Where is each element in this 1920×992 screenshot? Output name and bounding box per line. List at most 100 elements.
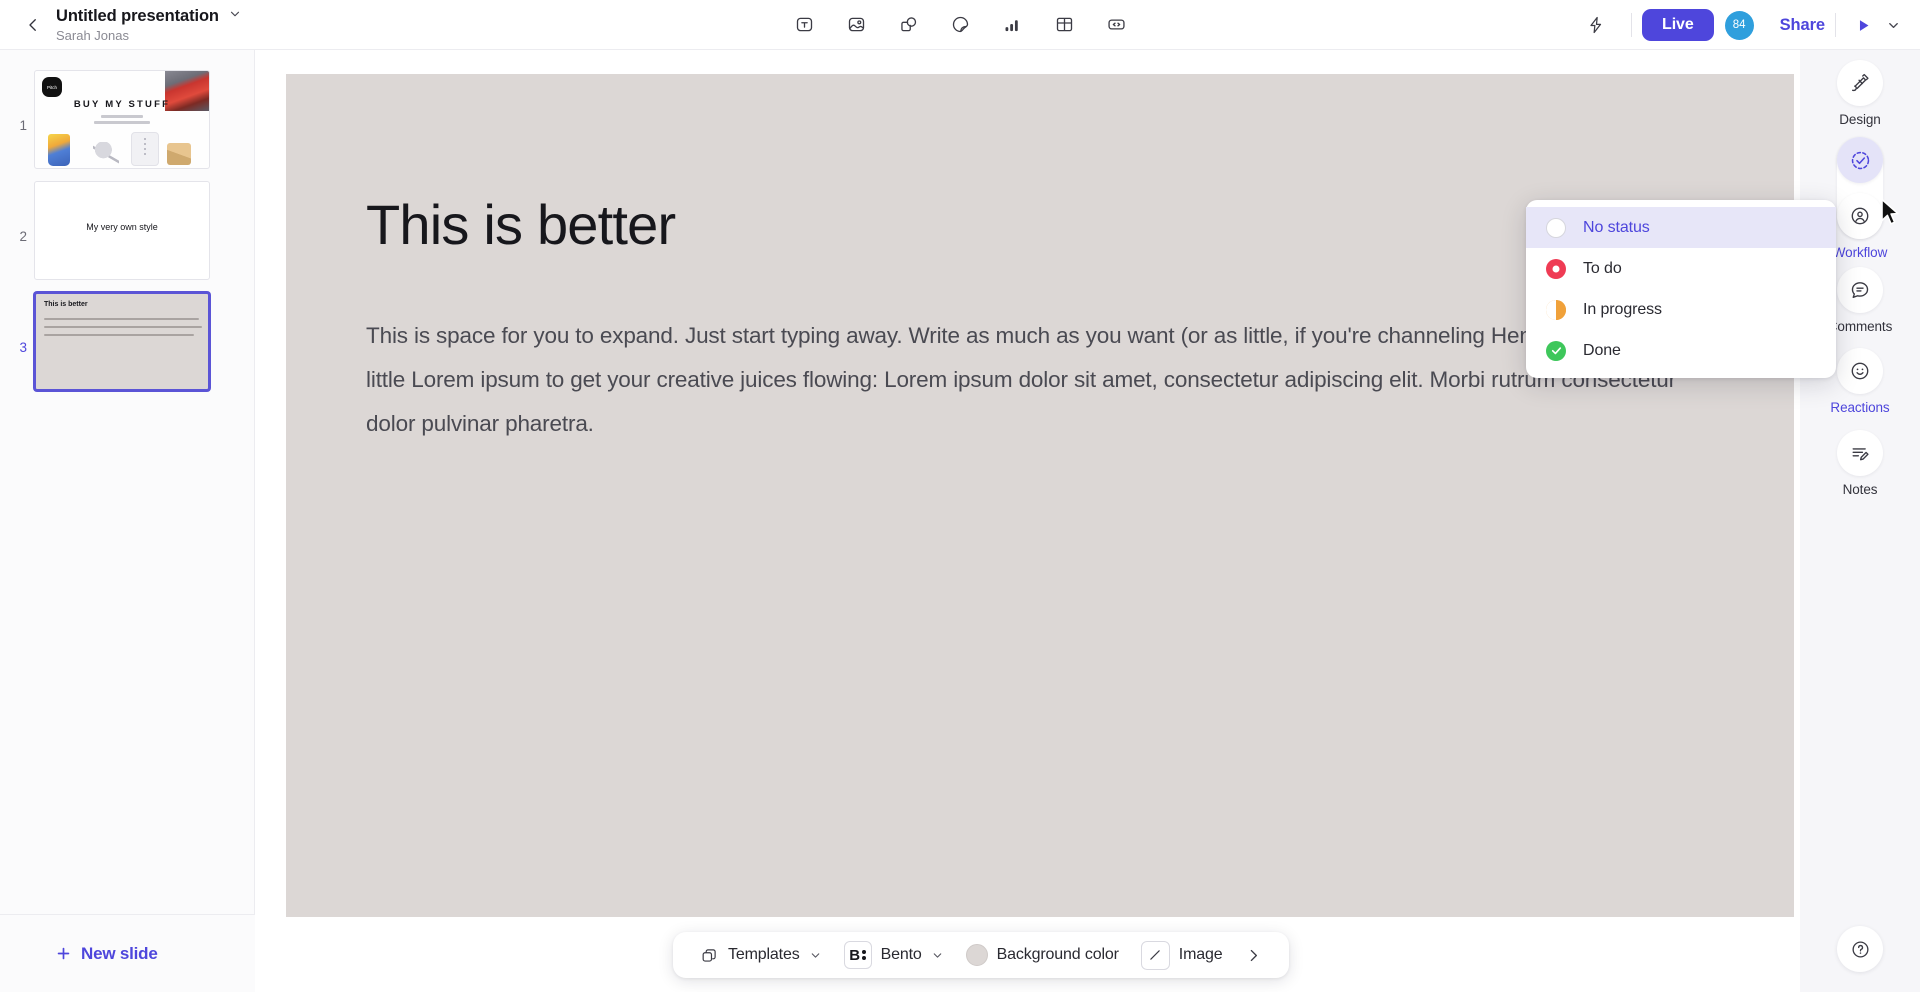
list-item[interactable]: 1 BUY MY STUFF <box>0 64 254 175</box>
thumbnail-textline <box>44 326 202 328</box>
presentation-editor: Untitled presentation Sarah Jonas Live 8… <box>0 0 1920 992</box>
rail-item-design[interactable]: Design <box>1800 60 1920 127</box>
back-button[interactable] <box>16 8 50 42</box>
workflow-status-menu[interactable]: No status To do In progress Done <box>1526 200 1836 378</box>
add-slide-label: New slide <box>81 943 158 963</box>
title-dropdown-button[interactable] <box>228 7 242 26</box>
shapes-icon <box>900 17 916 32</box>
plus-icon <box>57 947 70 960</box>
page-title[interactable]: Untitled presentation <box>56 7 219 26</box>
image-icon <box>848 17 864 32</box>
slide-thumbnail-3[interactable]: This is better <box>34 292 210 391</box>
thumbnail-subline <box>101 115 143 118</box>
rail-item-notes[interactable]: Notes <box>1800 430 1920 497</box>
live-button[interactable]: Live <box>1642 9 1714 41</box>
list-item[interactable]: 3 This is better <box>0 286 254 397</box>
status-label: To do <box>1583 259 1622 277</box>
style-label: Bento <box>880 946 922 963</box>
image-tool-button[interactable] <box>841 10 871 40</box>
notes-button[interactable] <box>1837 430 1883 476</box>
rail-label-notes: Notes <box>1842 482 1878 497</box>
color-swatch <box>965 944 988 966</box>
chevron-left-icon <box>29 18 36 31</box>
templates-button[interactable]: Templates <box>689 938 833 972</box>
background-image-button[interactable]: Image <box>1130 938 1234 972</box>
presence-button[interactable] <box>1837 193 1883 239</box>
background-image-label: Image <box>1178 946 1223 963</box>
phone-illustration <box>131 132 159 166</box>
list-item[interactable]: 2 My very own style <box>0 175 254 286</box>
rail-label-comments: Comments <box>1827 319 1893 334</box>
rail-item-workflow[interactable] <box>1800 137 1920 183</box>
slide-thumbnail-2[interactable]: My very own style <box>34 181 210 280</box>
text-tool-button[interactable] <box>789 10 819 40</box>
status-option-in-progress[interactable]: In progress <box>1526 289 1836 330</box>
share-button[interactable]: Share <box>1780 16 1825 35</box>
present-button[interactable] <box>1846 8 1880 42</box>
add-slide-button[interactable]: New slide <box>55 944 158 964</box>
top-toolbar: Untitled presentation Sarah Jonas Live 8… <box>0 0 1920 50</box>
reactions-button[interactable] <box>1837 348 1883 394</box>
chart-tool-button[interactable] <box>997 10 1027 40</box>
thumbnail-subline <box>94 121 150 124</box>
status-label: No status <box>1583 218 1650 236</box>
new-slide-bar: New slide <box>0 914 255 992</box>
sticker-tool-button[interactable] <box>945 10 975 40</box>
question-mark-icon <box>1851 940 1869 958</box>
workflow-button[interactable] <box>1837 137 1883 183</box>
avatar[interactable]: 84 <box>1724 10 1754 40</box>
slide-number: 3 <box>19 340 27 355</box>
document-title-block: Untitled presentation Sarah Jonas <box>56 7 242 43</box>
templates-label: Templates <box>728 946 800 963</box>
shapes-tool-button[interactable] <box>893 10 923 40</box>
notes-pencil-icon <box>1852 448 1869 461</box>
chevron-down-icon <box>933 952 941 958</box>
slide-thumbnail-1[interactable]: BUY MY STUFF <box>34 70 210 169</box>
text-box-icon <box>796 17 812 32</box>
sticker-icon <box>952 16 968 33</box>
background-color-button[interactable]: Background color <box>955 938 1130 972</box>
help-button[interactable] <box>1837 926 1883 972</box>
embed-tool-button[interactable] <box>1101 10 1131 40</box>
bento-b-icon: B <box>843 941 872 969</box>
style-button[interactable]: B Bento <box>833 938 955 972</box>
table-icon <box>1056 17 1072 32</box>
bar-chart-icon <box>1005 20 1018 32</box>
slide-title[interactable]: This is better <box>366 192 676 257</box>
status-option-done[interactable]: Done <box>1526 330 1836 371</box>
more-options-button[interactable] <box>1234 938 1273 972</box>
donut-circle-icon <box>1546 258 1566 279</box>
thumbnail-title: This is better <box>44 301 88 308</box>
quick-actions-button[interactable] <box>1579 8 1613 42</box>
person-circle-icon <box>1851 207 1869 225</box>
divider <box>1631 13 1633 37</box>
code-embed-icon <box>1107 19 1125 30</box>
logo-badge <box>42 77 62 97</box>
table-tool-button[interactable] <box>1049 10 1079 40</box>
play-icon <box>1859 19 1868 31</box>
status-label: In progress <box>1583 300 1662 318</box>
rail-label-reactions: Reactions <box>1830 400 1890 415</box>
chevron-down-icon <box>1888 22 1898 28</box>
right-rail: Design Workflow Comments Reactions Notes <box>1800 50 1920 992</box>
check-icon <box>1551 347 1561 355</box>
present-options-button[interactable] <box>1880 8 1906 42</box>
slides-sidebar: 1 BUY MY STUFF 2 My very own style <box>0 50 255 992</box>
chevron-down-icon <box>230 11 240 16</box>
status-option-to-do[interactable]: To do <box>1526 248 1836 289</box>
diagonal-line-icon <box>1140 940 1170 970</box>
document-author: Sarah Jonas <box>56 27 129 43</box>
diagonal-line-glyph <box>1150 950 1161 960</box>
chevron-right-icon <box>1250 949 1257 961</box>
object-illustration <box>167 143 191 165</box>
check-circle-icon <box>1546 340 1566 361</box>
thumbnail-title: My very own style <box>86 222 158 232</box>
status-option-no-status[interactable]: No status <box>1526 207 1836 248</box>
slides-list[interactable]: 1 BUY MY STUFF 2 My very own style <box>0 50 254 914</box>
slide-body-text[interactable]: This is space for you to expand. Just st… <box>366 314 1676 446</box>
comments-button[interactable] <box>1837 267 1883 313</box>
status-label: Done <box>1583 341 1621 359</box>
thumbnail-textline <box>44 334 194 336</box>
design-button[interactable] <box>1837 60 1883 106</box>
juice-illustration <box>48 134 70 166</box>
